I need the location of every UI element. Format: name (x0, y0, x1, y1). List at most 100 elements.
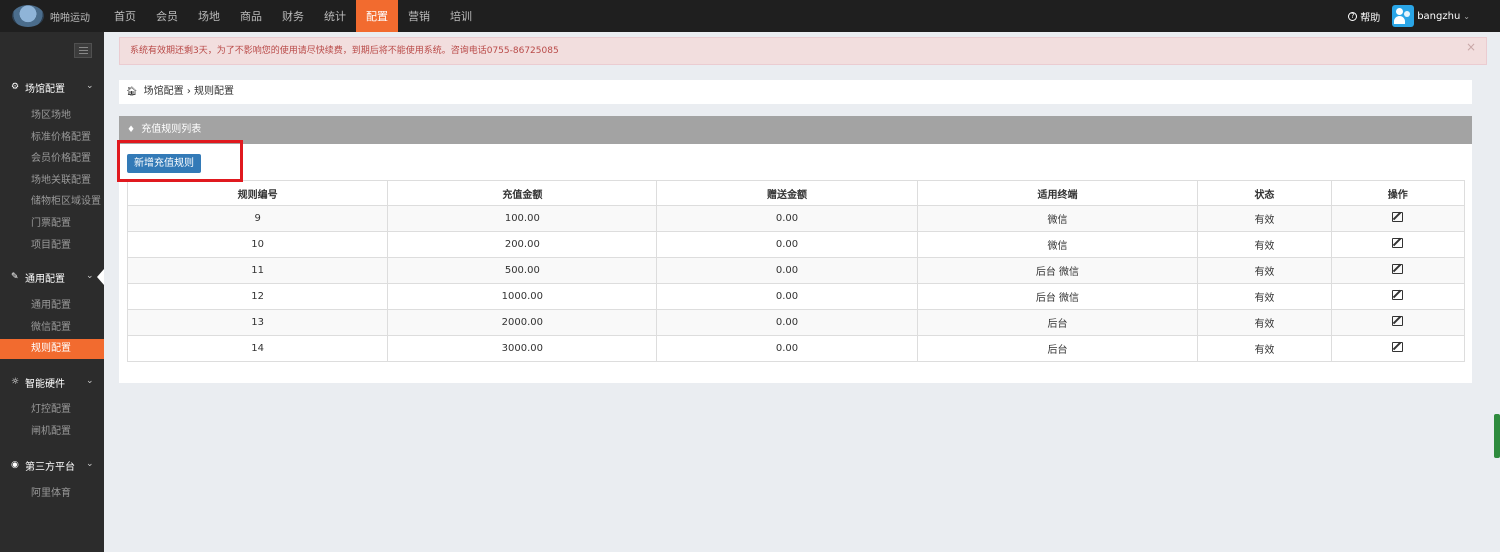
sidebar-item[interactable]: 灯控配置 (0, 400, 104, 420)
help-label: 帮助 (1360, 12, 1381, 24)
nav-item[interactable]: 场地 (188, 0, 230, 32)
add-recharge-rule-button[interactable]: 新增充值规则 (127, 154, 201, 173)
chevron-down-icon: ⌄ (86, 81, 94, 91)
scroll-indicator[interactable] (1494, 414, 1500, 458)
edit-icon[interactable] (1392, 238, 1404, 248)
sidebar-item[interactable]: 闸机配置 (0, 422, 104, 442)
sidebar-item[interactable]: 门票配置 (0, 214, 104, 234)
chevron-down-icon[interactable]: ⌄ (1463, 12, 1470, 21)
table-row: 11 500.00 0.00 后台 微信 有效 (126, 257, 1466, 284)
edit-icon[interactable] (1392, 342, 1404, 352)
breadcrumb-parent[interactable]: 场馆配置 (144, 86, 184, 97)
cell-id: 9 (126, 205, 389, 232)
avatar[interactable] (1392, 5, 1415, 27)
nav-item[interactable]: 会员 (146, 0, 188, 32)
table-row: 10 200.00 0.00 微信 有效 (126, 231, 1466, 258)
cell-actions (1330, 205, 1466, 232)
table-header-row: 规则编号 充值金额 赠送金额 适用终端 状态 操作 (126, 180, 1466, 206)
nav-item[interactable]: 商品 (230, 0, 272, 32)
column-header: 状态 (1197, 180, 1332, 206)
sidebar-item[interactable]: 场区场地 (0, 106, 104, 126)
panel-header: ♦ 充值规则列表 (119, 116, 1472, 144)
edit-icon[interactable] (1392, 264, 1404, 274)
edit-icon[interactable] (1392, 212, 1404, 222)
edit-icon[interactable] (1392, 316, 1404, 326)
column-header: 适用终端 (916, 180, 1199, 206)
cell-amount: 1000.00 (387, 283, 658, 310)
sidebar-group-label: 通用配置 (25, 273, 65, 285)
cell-status: 有效 (1197, 231, 1332, 258)
cell-id: 12 (126, 283, 389, 310)
sidebar-item[interactable]: 阿里体育 (0, 484, 104, 504)
nav-item[interactable]: 首页 (104, 0, 146, 32)
cell-actions (1330, 335, 1466, 362)
cell-status: 有效 (1197, 257, 1332, 284)
question-circle-icon: ? (1348, 11, 1358, 21)
cell-id: 11 (126, 257, 389, 284)
cell-terminal: 后台 (916, 309, 1199, 336)
cell-amount: 100.00 (387, 205, 658, 232)
cell-bonus: 0.00 (656, 335, 918, 362)
table-row: 13 2000.00 0.00 后台 有效 (126, 309, 1466, 336)
rules-table: 规则编号 充值金额 赠送金额 适用终端 状态 操作 9 100.00 0.00 微信 有效 10 20… (126, 180, 1466, 362)
cell-actions (1330, 231, 1466, 258)
chevron-down-icon: ⌄ (86, 459, 94, 469)
sidebar-group-label: 场馆配置 (25, 83, 65, 95)
table-row: 9 100.00 0.00 微信 有效 (126, 205, 1466, 232)
cell-bonus: 0.00 (656, 205, 918, 232)
edit-icon[interactable] (1392, 290, 1404, 300)
cell-status: 有效 (1197, 205, 1332, 232)
home-icon: 🏠︎ (126, 87, 138, 97)
sidebar-item[interactable]: 场地关联配置 (0, 171, 104, 191)
cell-actions (1330, 309, 1466, 336)
cell-status: 有效 (1197, 283, 1332, 310)
sidebar-item[interactable]: 通用配置 (0, 296, 104, 316)
cell-amount: 2000.00 (387, 309, 658, 336)
eye-icon: ◉ (11, 460, 19, 470)
nav-item[interactable]: 配置 (356, 0, 398, 32)
menu-toggle-button[interactable] (74, 43, 92, 58)
sidebar-group-label: 第三方平台 (25, 461, 75, 473)
logo-image (12, 5, 44, 27)
cell-actions (1330, 283, 1466, 310)
nav-item[interactable]: 财务 (272, 0, 314, 32)
app-logo[interactable]: 啪啪运动 (12, 5, 90, 27)
top-navbar: 啪啪运动 首页 会员 场地 商品 财务 统计 配置 营销 培训 ? 帮助 bangzhu ⌄ (0, 0, 1500, 32)
cell-terminal: 微信 (916, 205, 1199, 232)
table-row: 14 3000.00 0.00 后台 有效 (126, 335, 1466, 362)
sidebar-item[interactable]: 微信配置 (0, 318, 104, 338)
sidebar-group[interactable]: ◉ 第三方平台 ⌄ (0, 452, 104, 478)
recharge-rules-panel: ♦ 充值规则列表 新增充值规则 规则编号 充值金额 赠送金额 适用终端 状态 操作 9 10… (119, 116, 1472, 383)
column-header: 赠送金额 (656, 180, 918, 206)
expiry-alert: 系统有效期还剩3天，为了不影响您的使用请尽快续费，到期后将不能使用系统。咨询电话… (119, 37, 1487, 65)
cell-terminal: 后台 微信 (916, 283, 1199, 310)
cogs-icon: ⚙ (11, 82, 20, 92)
table-row: 12 1000.00 0.00 后台 微信 有效 (126, 283, 1466, 310)
sidebar-item[interactable]: 规则配置 (0, 339, 104, 360)
username[interactable]: bangzhu (1417, 11, 1460, 22)
sidebar-item[interactable]: 储物柜区域设置 (0, 192, 104, 212)
cell-amount: 200.00 (387, 231, 658, 258)
sidebar-item[interactable]: 项目配置 (0, 236, 104, 256)
sidebar-item[interactable]: 会员价格配置 (0, 149, 104, 169)
sidebar-group[interactable]: ⚙ 场馆配置 ⌄ (0, 74, 104, 100)
cell-actions (1330, 257, 1466, 284)
sidebar: ⚙ 场馆配置 ⌄ 场区场地 标准价格配置 会员价格配置 场地关联配置 储物柜区域设置 门票配置项… (0, 32, 104, 552)
nav-item[interactable]: 营销 (398, 0, 440, 32)
chevron-down-icon: ⌄ (86, 376, 94, 386)
breadcrumb: 🏠︎ 场馆配置 › 规则配置 (119, 80, 1472, 104)
tags-icon: ♦ (127, 125, 136, 135)
alert-close-button[interactable]: × (1466, 38, 1476, 56)
table-body: 9 100.00 0.00 微信 有效 10 200.00 0.00 微信 有效 11 500.00 0… (126, 205, 1466, 362)
sidebar-group[interactable]: ✎ 通用配置 ⌄ (0, 264, 104, 290)
sidebar-item[interactable]: 标准价格配置 (0, 128, 104, 148)
nav-item[interactable]: 统计 (314, 0, 356, 32)
cell-terminal: 后台 微信 (916, 257, 1199, 284)
sidebar-group-label: 智能硬件 (25, 378, 65, 390)
nav-item[interactable]: 培训 (440, 0, 482, 32)
help-link[interactable]: ? 帮助 (1348, 9, 1380, 24)
panel-title: 充值规则列表 (141, 124, 202, 135)
chevron-down-icon: ⌄ (86, 271, 94, 281)
column-header: 操作 (1330, 180, 1466, 206)
sidebar-group[interactable]: ☼ 智能硬件 ⌄ (0, 369, 104, 395)
